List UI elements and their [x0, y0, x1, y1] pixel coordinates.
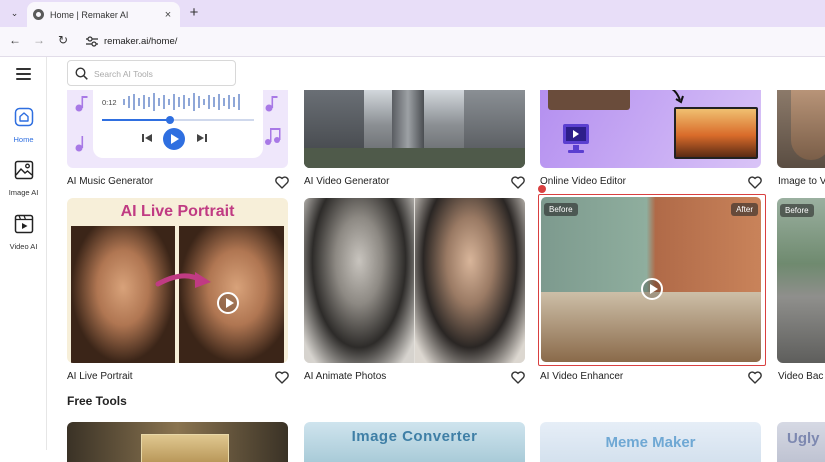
forward-button[interactable]: → — [31, 33, 47, 47]
browser-tab[interactable]: Home | Remaker AI × — [27, 2, 180, 27]
free-tool-card-image-converter[interactable]: Image Converter — [304, 422, 525, 462]
video-icon — [14, 214, 33, 234]
tool-card-online-video-editor[interactable] — [540, 90, 761, 168]
play-video-icon[interactable] — [217, 292, 239, 314]
sidebar-item-video-ai[interactable]: Video AI — [0, 214, 47, 251]
previous-icon[interactable] — [142, 133, 152, 143]
play-video-icon[interactable] — [641, 278, 663, 300]
favorite-heart-icon[interactable] — [748, 176, 762, 189]
image-icon — [14, 160, 33, 180]
music-note-icon — [75, 96, 88, 152]
sidebar-item-label: Video AI — [9, 242, 38, 251]
waveform-graphic — [123, 93, 240, 111]
photo-frame-graphic — [141, 434, 229, 462]
section-title-free-tools: Free Tools — [67, 394, 127, 408]
free-tool-card-ugly[interactable]: Ugly — [777, 422, 825, 462]
tool-card-ai-video-enhancer[interactable]: Before After — [538, 194, 766, 366]
address-bar: ← → ↻ remaker.ai/home/ — [0, 27, 825, 57]
video-preview-thumbnail: Before After — [541, 197, 761, 362]
tool-card-ai-live-portrait[interactable]: AI Live Portrait — [67, 198, 288, 363]
after-badge: After — [731, 203, 758, 216]
tool-card-ai-animate-photos[interactable] — [304, 198, 525, 363]
sidebar-item-label: Home — [13, 135, 34, 144]
favicon-icon — [33, 9, 44, 20]
play-icon — [171, 134, 179, 144]
tool-card-ai-video-generator[interactable] — [304, 90, 525, 168]
arrow-graphic — [671, 90, 684, 104]
tool-card-label[interactable]: AI Video Generator — [304, 176, 389, 187]
search-icon — [75, 67, 88, 80]
tool-card-label[interactable]: Image to V — [778, 176, 825, 187]
highlight-marker — [538, 185, 546, 193]
music-note-icon — [265, 96, 281, 145]
sidebar-item-home[interactable]: Home — [0, 107, 47, 144]
tool-card-label[interactable]: AI Animate Photos — [304, 371, 386, 382]
reload-button[interactable]: ↻ — [55, 33, 71, 47]
tab-close-icon[interactable]: × — [160, 9, 176, 21]
url-text[interactable]: remaker.ai/home/ — [104, 36, 177, 47]
tool-card-image-to-video[interactable] — [777, 90, 825, 168]
tool-card-ai-music-generator[interactable]: 0:12 — [67, 90, 288, 168]
tool-card-video-background[interactable]: Before — [777, 198, 825, 363]
tool-card-label[interactable]: Video Bac — [778, 371, 823, 382]
browser-tab-bar: ⌄ Home | Remaker AI × + — [0, 0, 825, 27]
audio-player-preview: 0:12 — [93, 90, 263, 158]
free-tool-card-meme-maker[interactable]: Meme Maker — [540, 422, 761, 462]
progress-fill — [102, 119, 170, 121]
progress-handle[interactable] — [166, 116, 174, 124]
tool-card-label[interactable]: AI Video Enhancer — [540, 371, 623, 382]
favorite-heart-icon[interactable] — [275, 176, 289, 189]
before-badge: Before — [544, 203, 578, 216]
photo-after-graphic — [415, 198, 525, 363]
tab-list-menu-button[interactable]: ⌄ — [6, 5, 23, 22]
card-banner-title: Image Converter — [351, 428, 478, 445]
table-graphic — [541, 292, 761, 362]
tab-title: Home | Remaker AI — [50, 9, 129, 20]
street-graphic — [304, 148, 525, 168]
tool-card-label[interactable]: AI Music Generator — [67, 176, 153, 187]
photo-before-graphic — [304, 198, 414, 363]
site-settings-icon[interactable] — [86, 36, 98, 47]
new-tab-button[interactable]: + — [186, 4, 202, 21]
play-button[interactable] — [163, 128, 185, 150]
tool-card-label[interactable]: AI Live Portrait — [67, 371, 133, 382]
person-graphic — [791, 90, 825, 160]
search-input[interactable] — [94, 65, 232, 82]
card-banner-title: Meme Maker — [605, 434, 696, 451]
home-icon — [14, 107, 33, 127]
player-time: 0:12 — [102, 98, 117, 107]
search-box — [67, 60, 236, 86]
card-banner-title: Ugly — [787, 430, 820, 447]
monitor-icon — [563, 124, 589, 153]
arrow-graphic — [155, 272, 211, 288]
back-button[interactable]: ← — [7, 33, 23, 47]
tool-card-label[interactable]: Online Video Editor — [540, 176, 626, 187]
portrait-before-graphic — [71, 226, 175, 363]
card-banner-title: AI Live Portrait — [120, 203, 235, 220]
favorite-heart-icon[interactable] — [511, 371, 525, 384]
left-sidebar: Home Image AI Video AI — [0, 57, 47, 450]
favorite-heart-icon[interactable] — [748, 371, 762, 384]
video-preview-thumbnail — [674, 107, 758, 159]
thumbnail-strip — [548, 90, 630, 110]
menu-icon[interactable] — [16, 68, 31, 80]
next-icon[interactable] — [197, 133, 207, 143]
free-tool-card[interactable] — [67, 422, 288, 462]
before-badge: Before — [780, 204, 814, 217]
favorite-heart-icon[interactable] — [511, 176, 525, 189]
sidebar-item-label: Image AI — [8, 188, 39, 197]
favorite-heart-icon[interactable] — [275, 371, 289, 384]
sidebar-item-image-ai[interactable]: Image AI — [0, 160, 47, 197]
